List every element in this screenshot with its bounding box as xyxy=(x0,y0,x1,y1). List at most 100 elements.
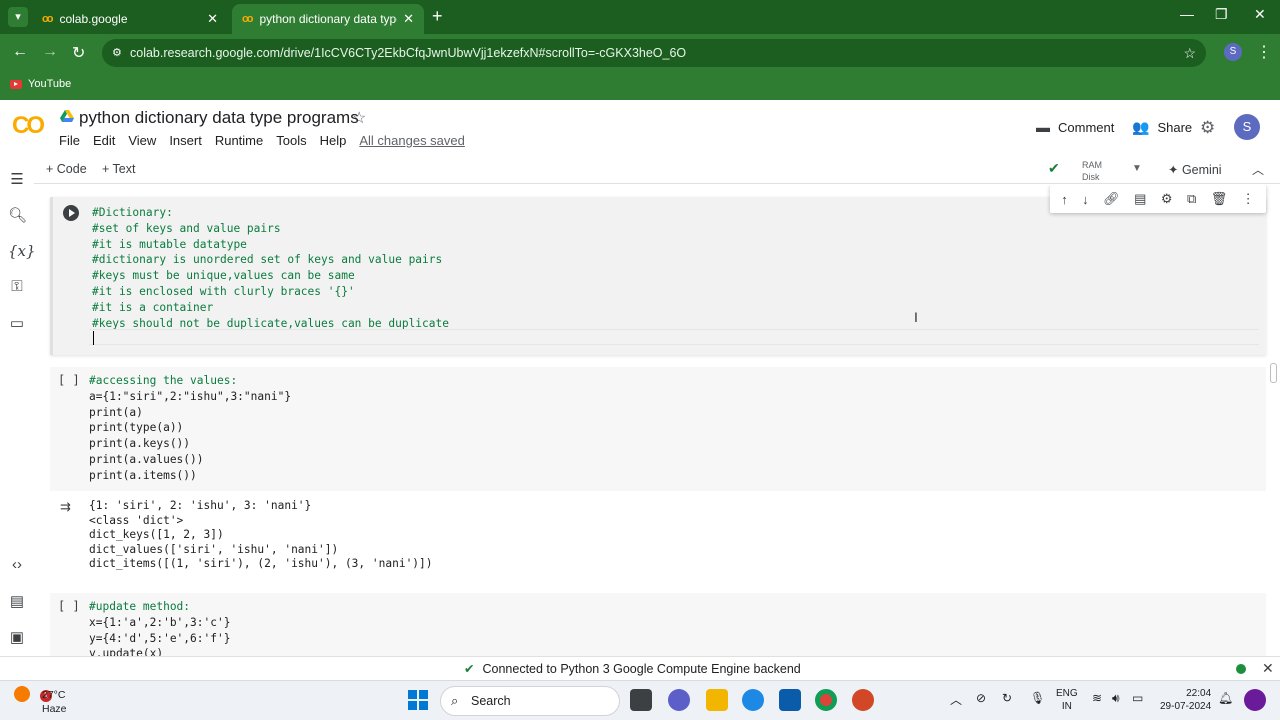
clock-time: 22:04 xyxy=(1186,688,1212,699)
code-line: print(a.items()) xyxy=(89,468,197,482)
teams-icon[interactable] xyxy=(668,689,690,711)
execution-count[interactable]: [ ] xyxy=(58,599,80,613)
comment-button[interactable]: ▬ Comment xyxy=(1036,119,1114,135)
link-to-cell-icon[interactable]: 🔗︎ xyxy=(1103,191,1120,207)
window-close-icon[interactable]: ✕ xyxy=(1254,6,1266,23)
output-actions-icon[interactable]: ⇉ xyxy=(60,499,71,515)
resource-indicator[interactable]: RAM Disk xyxy=(1082,159,1102,183)
code-editor[interactable]: #update method: x={1:'a',2:'b',3:'c'} y=… xyxy=(89,599,230,656)
disk-label: Disk xyxy=(1082,172,1100,182)
code-editor[interactable]: #Dictionary: #set of keys and value pair… xyxy=(92,205,449,331)
site-info-icon[interactable]: ⚙ xyxy=(112,39,122,67)
new-tab-button[interactable]: + xyxy=(432,6,443,27)
active-line[interactable] xyxy=(89,329,1259,345)
menu-help[interactable]: Help xyxy=(320,133,347,148)
command-palette-icon[interactable]: ▤ xyxy=(8,592,26,610)
files-folder-icon[interactable]: ▭ xyxy=(8,314,26,332)
weather-widget[interactable]: 1 27°C Haze xyxy=(14,686,67,715)
menu-edit[interactable]: Edit xyxy=(93,133,115,148)
code-line: #set of keys and value pairs xyxy=(92,221,281,235)
notebook-body: #Dictionary: #set of keys and value pair… xyxy=(34,185,1280,656)
mirror-cell-icon[interactable]: ⧉ xyxy=(1187,191,1196,207)
weather-temp: 27°C xyxy=(42,689,66,701)
status-message: Connected to Python 3 Google Compute Eng… xyxy=(482,662,801,676)
forward-icon[interactable]: → xyxy=(42,43,58,61)
file-explorer-icon[interactable] xyxy=(706,689,728,711)
store-icon[interactable] xyxy=(779,689,801,711)
code-cell[interactable]: #Dictionary: #set of keys and value pair… xyxy=(50,197,1266,355)
taskbar-search[interactable]: ⌕ Search xyxy=(440,686,620,716)
collapse-header-icon[interactable]: ︿ xyxy=(1252,161,1264,178)
chrome-icon[interactable] xyxy=(815,689,837,711)
gemini-button[interactable]: ✦ Gemini xyxy=(1168,162,1222,177)
tab-search-button[interactable]: ▾ xyxy=(8,7,28,27)
minimize-icon[interactable]: — xyxy=(1180,6,1194,22)
tray-app-icon[interactable]: ⊘ xyxy=(976,691,986,705)
address-bar[interactable]: ⚙ colab.research.google.com/drive/1IcCV6… xyxy=(102,39,1206,67)
colab-logo[interactable]: CO xyxy=(12,112,45,140)
more-actions-icon[interactable]: ⋮ xyxy=(1242,191,1255,207)
volume-icon[interactable]: 🔊︎ xyxy=(1112,691,1120,706)
copilot-icon[interactable] xyxy=(1244,689,1266,711)
menu-tools[interactable]: Tools xyxy=(276,133,306,148)
show-hidden-icons[interactable]: ︿ xyxy=(950,691,962,708)
share-button[interactable]: 👥 Share xyxy=(1132,119,1192,136)
code-editor[interactable]: #accessing the values: a={1:"siri",2:"is… xyxy=(89,373,291,484)
code-cell[interactable]: [ ] #accessing the values: a={1:"siri",2… xyxy=(50,367,1266,491)
browser-profile-avatar[interactable]: S xyxy=(1224,43,1242,61)
menu-file[interactable]: File xyxy=(59,133,80,148)
execution-count[interactable]: [ ] xyxy=(58,373,80,387)
connection-status: ✔ Connected to Python 3 Google Compute En… xyxy=(464,661,801,676)
browser-toolbar: ← → ↻ ⚙ colab.research.google.com/drive/… xyxy=(0,34,1280,72)
bookmark-youtube[interactable]: YouTube xyxy=(10,78,71,90)
add-comment-icon[interactable]: ▤ xyxy=(1134,191,1146,207)
add-code-button[interactable]: + Code xyxy=(46,162,87,176)
menu-insert[interactable]: Insert xyxy=(169,133,202,148)
account-avatar[interactable]: S xyxy=(1234,114,1260,140)
code-cell[interactable]: [ ] #update method: x={1:'a',2:'b',3:'c'… xyxy=(50,593,1266,656)
cell-settings-icon[interactable]: ⚙ xyxy=(1161,191,1173,207)
star-notebook-icon[interactable]: ☆ xyxy=(352,108,366,128)
language-indicator[interactable]: ENG IN xyxy=(1056,687,1078,713)
task-view-icon[interactable] xyxy=(630,689,652,711)
close-status-icon[interactable]: ✕ xyxy=(1262,660,1274,677)
browser-menu-icon[interactable]: ⋮ xyxy=(1256,42,1272,62)
microphone-icon[interactable]: 🎙︎ xyxy=(1030,691,1045,705)
notifications-icon[interactable]: 🔔︎ xyxy=(1218,691,1233,705)
battery-icon[interactable]: ▭ xyxy=(1132,691,1143,705)
edge-icon[interactable] xyxy=(742,689,764,711)
back-icon[interactable]: ← xyxy=(12,43,28,61)
windows-start-icon[interactable] xyxy=(408,690,428,710)
search-label: Search xyxy=(471,694,511,708)
wifi-icon[interactable]: ≋ xyxy=(1092,691,1102,705)
code-snippets-icon[interactable]: ‹› xyxy=(8,556,26,573)
tab-close-icon[interactable]: ✕ xyxy=(207,11,218,27)
drive-icon[interactable] xyxy=(60,110,74,122)
search-icon[interactable]: 🔍︎ xyxy=(8,206,27,224)
run-cell-button[interactable] xyxy=(63,205,79,221)
save-status[interactable]: All changes saved xyxy=(359,133,465,148)
add-text-button[interactable]: + Text xyxy=(102,162,135,176)
move-cell-up-icon[interactable]: ↑ xyxy=(1061,192,1068,207)
system-clock[interactable]: 22:04 29-07-2024 xyxy=(1160,687,1211,713)
menu-runtime[interactable]: Runtime xyxy=(215,133,263,148)
powerpoint-icon[interactable] xyxy=(852,689,874,711)
menu-view[interactable]: View xyxy=(128,133,156,148)
notebook-scrollbar[interactable] xyxy=(1270,363,1277,383)
terminal-icon[interactable]: ▣ xyxy=(8,628,26,646)
reload-icon[interactable]: ↻ xyxy=(72,43,85,63)
move-cell-down-icon[interactable]: ↓ xyxy=(1082,192,1089,207)
notebook-title[interactable]: python dictionary data type programs xyxy=(79,108,359,128)
bookmark-star-icon[interactable]: ☆ xyxy=(1183,39,1196,67)
tray-sync-icon[interactable]: ↻ xyxy=(1002,691,1012,705)
delete-cell-icon[interactable]: 🗑︎ xyxy=(1211,191,1228,207)
browser-tab-notebook[interactable]: oo python dictionary data type pro ✕ xyxy=(232,4,424,34)
tab-close-icon[interactable]: ✕ xyxy=(403,11,414,27)
secrets-key-icon[interactable]: ⚿ xyxy=(8,278,26,295)
restore-icon[interactable]: ❐ xyxy=(1215,6,1228,23)
table-of-contents-icon[interactable]: ☰ xyxy=(8,170,26,188)
browser-tab-colab-google[interactable]: oo colab.google ✕ xyxy=(32,4,228,34)
settings-gear-icon[interactable]: ⚙ xyxy=(1200,118,1215,138)
chevron-down-icon[interactable]: ▼ xyxy=(1132,163,1142,174)
variables-icon[interactable]: {x} xyxy=(8,242,36,260)
